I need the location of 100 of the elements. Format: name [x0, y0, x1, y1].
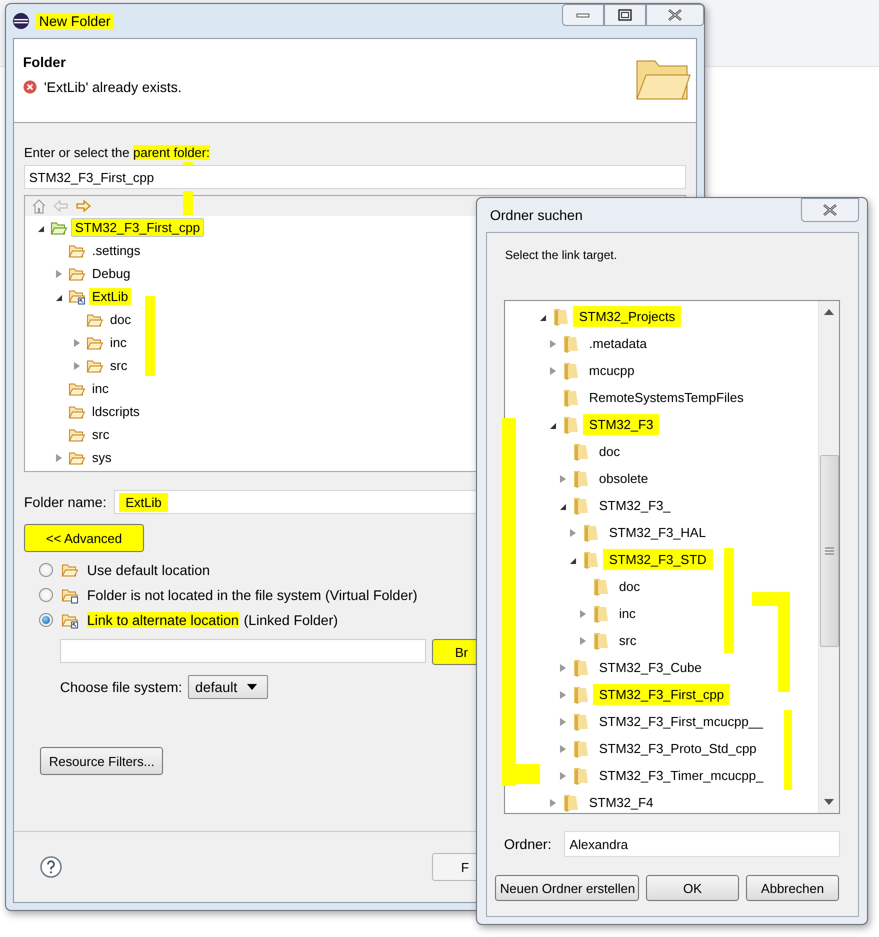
- folder-icon: [571, 684, 591, 704]
- window-title: New Folder: [36, 13, 114, 29]
- tree-item[interactable]: STM32_F3_Timer_mcucpp_: [593, 765, 770, 786]
- tree-item[interactable]: mcucpp: [583, 360, 641, 381]
- parent-folder-field[interactable]: STM32_F3_First_cpp: [24, 165, 686, 189]
- tree-item[interactable]: STM32_F3_Cube: [593, 657, 708, 678]
- tree-item[interactable]: obsolete: [593, 468, 654, 489]
- expanded-arrow-icon[interactable]: [56, 294, 62, 300]
- linked-folder-icon: [68, 288, 86, 305]
- expanded-arrow-icon[interactable]: [570, 558, 576, 564]
- folder-icon: [86, 358, 104, 374]
- tree-item[interactable]: STM32_F3_First_mcucpp__: [593, 711, 770, 732]
- tree-item[interactable]: doc: [613, 576, 646, 597]
- tree-item[interactable]: STM32_F3_Proto_Std_cpp: [593, 738, 763, 759]
- folder-field[interactable]: Alexandra: [564, 831, 840, 857]
- field-label: Ordner:: [504, 836, 552, 852]
- collapsed-arrow-icon[interactable]: [560, 772, 566, 780]
- close-button[interactable]: [646, 4, 704, 26]
- dialog-button[interactable]: Neuen Ordner erstellen: [495, 875, 639, 901]
- scroll-down-icon[interactable]: [824, 799, 834, 805]
- tree-item[interactable]: STM32_F3_STD: [603, 549, 713, 570]
- folder-icon: [68, 266, 86, 282]
- maximize-icon: [618, 9, 632, 21]
- folder-icon: [561, 792, 581, 812]
- location-field[interactable]: [60, 639, 426, 663]
- collapsed-arrow-icon[interactable]: [74, 362, 80, 370]
- folder-icon: [591, 604, 611, 624]
- tree-item[interactable]: inc: [89, 380, 112, 397]
- folder-icon: [571, 712, 591, 732]
- expanded-arrow-icon[interactable]: [38, 226, 44, 232]
- tree-item[interactable]: .settings: [89, 242, 144, 259]
- collapsed-arrow-icon[interactable]: [570, 528, 576, 536]
- collapsed-arrow-icon[interactable]: [560, 690, 566, 698]
- tree-item[interactable]: sys: [89, 449, 114, 466]
- file-system-dropdown[interactable]: default: [188, 675, 268, 699]
- folder-icon: [68, 450, 86, 466]
- radio-button[interactable]: [39, 613, 53, 627]
- expanded-arrow-icon[interactable]: [550, 422, 556, 428]
- collapsed-arrow-icon[interactable]: [550, 798, 556, 806]
- scroll-up-icon[interactable]: [824, 309, 834, 315]
- error-message: 'ExtLib' already exists.: [44, 79, 182, 95]
- collapsed-arrow-icon[interactable]: [560, 474, 566, 482]
- dialog-button[interactable]: Abbrechen: [746, 875, 839, 901]
- tree-item[interactable]: STM32_Projects: [573, 306, 682, 327]
- tree-item[interactable]: STM32_F3_: [593, 495, 677, 516]
- tree-item[interactable]: Debug: [89, 265, 134, 282]
- expanded-arrow-icon[interactable]: [540, 314, 546, 320]
- tree-item[interactable]: STM32_F4: [583, 792, 660, 813]
- folder-icon: [561, 334, 581, 354]
- tree-item[interactable]: ExtLib: [89, 288, 132, 305]
- tree-item[interactable]: doc: [593, 441, 626, 462]
- resource-filters-button[interactable]: Resource Filters...: [40, 747, 164, 775]
- expanded-arrow-icon[interactable]: [560, 504, 566, 510]
- tree-item[interactable]: RemoteSystemsTempFiles: [583, 387, 750, 408]
- folder-icon: [68, 404, 86, 420]
- help-icon[interactable]: [40, 856, 62, 878]
- tree-item[interactable]: ldscripts: [89, 403, 143, 420]
- tree-item[interactable]: inc: [107, 334, 130, 351]
- tree-item[interactable]: STM32_F3_HAL: [603, 522, 712, 543]
- folder-icon: [551, 306, 571, 326]
- collapsed-arrow-icon[interactable]: [56, 270, 62, 278]
- tree-item[interactable]: STM32_F3_First_cpp: [71, 218, 204, 237]
- tree-item[interactable]: src: [613, 630, 642, 651]
- collapsed-arrow-icon[interactable]: [580, 610, 586, 618]
- tree-item[interactable]: doc: [107, 311, 134, 328]
- collapsed-arrow-icon[interactable]: [560, 744, 566, 752]
- collapsed-arrow-icon[interactable]: [580, 636, 586, 644]
- field-label: Enter or select the parent folder:: [24, 145, 211, 160]
- tree-item[interactable]: .metadata: [583, 333, 653, 354]
- scrollbar-thumb[interactable]: [820, 455, 838, 647]
- radio-button[interactable]: [39, 563, 53, 577]
- maximize-button[interactable]: [604, 4, 646, 26]
- radio-label: Link to alternate location (Linked Folder): [87, 612, 338, 628]
- tree-item[interactable]: inc: [613, 603, 642, 624]
- collapsed-arrow-icon[interactable]: [550, 340, 556, 348]
- tree-item[interactable]: STM32_F3_First_cpp: [593, 684, 730, 705]
- folder-icon: [591, 576, 611, 596]
- collapsed-arrow-icon[interactable]: [560, 718, 566, 726]
- tree-item[interactable]: STM32_F3: [583, 414, 660, 435]
- radio-button[interactable]: [39, 588, 53, 602]
- minimize-button[interactable]: [562, 4, 604, 26]
- tree-item[interactable]: src: [89, 426, 112, 443]
- close-button[interactable]: [801, 198, 859, 222]
- collapsed-arrow-icon[interactable]: [56, 454, 62, 462]
- folder-icon: [571, 468, 591, 488]
- advanced-button[interactable]: << Advanced: [24, 524, 144, 552]
- minimize-icon: [576, 12, 590, 18]
- back-arrow-icon[interactable]: [53, 199, 69, 213]
- dialog-button[interactable]: OK: [646, 875, 739, 901]
- collapsed-arrow-icon[interactable]: [550, 366, 556, 374]
- instruction-text: Select the link target.: [504, 248, 618, 262]
- folder-icon: [561, 388, 581, 408]
- radio-label: Use default location: [87, 562, 210, 578]
- scrollbar[interactable]: [818, 301, 839, 813]
- collapsed-arrow-icon[interactable]: [74, 338, 80, 346]
- tree-item[interactable]: src: [107, 357, 130, 374]
- home-icon[interactable]: [31, 198, 47, 214]
- page-heading: Folder: [23, 54, 67, 70]
- forward-arrow-icon[interactable]: [75, 199, 91, 213]
- collapsed-arrow-icon[interactable]: [560, 664, 566, 672]
